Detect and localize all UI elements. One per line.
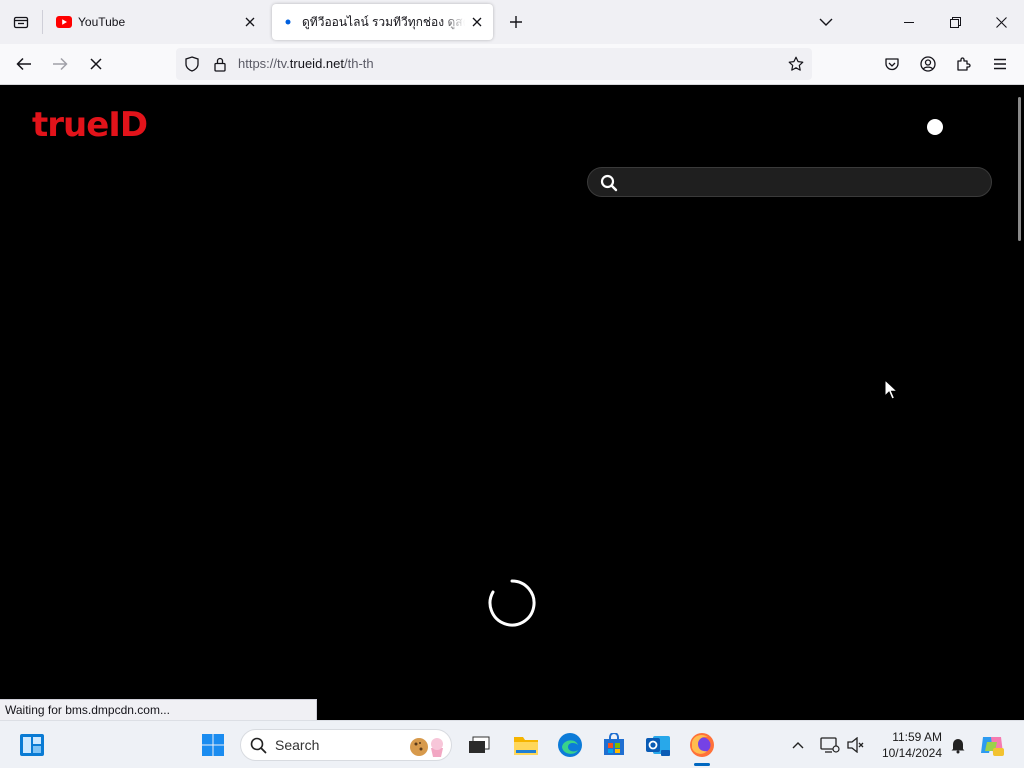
arrow-left-icon xyxy=(16,57,31,71)
url-path: /th-th xyxy=(343,56,374,71)
tab-title: ดูทีวีออนไลน์ รวมทีวีทุกช่อง ดูสดฟรี xyxy=(302,14,465,29)
restore-button[interactable] xyxy=(932,0,978,44)
address-bar[interactable]: https://tv.trueid.net/th-th xyxy=(176,48,812,80)
tab-title: YouTube xyxy=(78,15,126,29)
status-panel: Waiting for bms.dmpcdn.com... xyxy=(0,699,317,720)
url-prefix: https://tv. xyxy=(238,56,290,71)
forward-button[interactable] xyxy=(45,49,75,79)
page-scrollbar[interactable] xyxy=(1018,97,1021,241)
youtube-icon xyxy=(56,14,72,30)
cookie-cupcake-icon xyxy=(410,738,443,757)
logo-text: trueID xyxy=(32,105,148,145)
bookmark-star-icon[interactable] xyxy=(784,48,808,80)
taskbar-search-box[interactable]: Search xyxy=(240,729,452,761)
profile-avatar[interactable] xyxy=(927,119,943,135)
firefox-view-icon xyxy=(13,16,29,29)
new-tab-button[interactable] xyxy=(502,8,530,36)
file-explorer-icon[interactable] xyxy=(510,729,542,761)
tab-trueid[interactable]: ดูทีวีออนไลน์ รวมทีวีทุกช่อง ดูสดฟรี xyxy=(272,4,493,40)
taskbar-search-label: Search xyxy=(275,737,320,753)
stop-loading-button[interactable] xyxy=(81,49,111,79)
list-all-tabs-button[interactable] xyxy=(812,8,840,36)
notification-bell-icon[interactable] xyxy=(942,729,974,761)
pocket-icon xyxy=(885,57,899,70)
store-icon[interactable] xyxy=(598,729,630,761)
navigation-toolbar: https://tv.trueid.net/th-th xyxy=(0,44,1024,85)
hamburger-menu-icon xyxy=(994,58,1006,70)
puzzle-icon xyxy=(957,57,971,71)
url-text[interactable]: https://tv.trueid.net/th-th xyxy=(238,48,374,80)
tracking-protection-shield-icon[interactable] xyxy=(180,48,204,80)
site-search-box[interactable] xyxy=(587,167,992,197)
pocket-button[interactable] xyxy=(877,49,907,79)
search-icon xyxy=(250,737,267,754)
restore-icon xyxy=(949,16,961,28)
windows-taskbar: Search 11:59 AM 10/14/2024 xyxy=(0,720,1024,768)
app-menu-button[interactable] xyxy=(985,49,1015,79)
account-icon xyxy=(920,56,936,72)
extensions-button[interactable] xyxy=(949,49,979,79)
chevron-up-icon[interactable] xyxy=(782,729,814,761)
url-host: trueid.net xyxy=(289,56,344,71)
system-clock[interactable]: 11:59 AM 10/14/2024 xyxy=(872,729,942,761)
start-icon[interactable] xyxy=(197,729,229,761)
chevron-down-icon xyxy=(819,18,833,26)
edge-icon[interactable] xyxy=(554,729,586,761)
copilot-icon[interactable] xyxy=(976,729,1008,761)
tab-separator xyxy=(42,10,43,34)
search-icon[interactable] xyxy=(600,174,618,192)
loading-dot-icon xyxy=(280,14,296,30)
arrow-right-icon xyxy=(53,57,68,71)
stop-icon xyxy=(90,58,102,70)
task-view-icon[interactable] xyxy=(463,729,495,761)
plus-icon xyxy=(510,16,522,28)
close-tab-icon[interactable] xyxy=(238,10,262,34)
site-search-input[interactable] xyxy=(628,172,978,194)
tab-youtube[interactable]: YouTube xyxy=(48,4,266,40)
trueid-logo[interactable]: trueID xyxy=(32,105,148,145)
lock-icon[interactable] xyxy=(208,48,232,80)
minimize-button[interactable] xyxy=(886,0,932,44)
back-button[interactable] xyxy=(9,49,39,79)
close-tab-icon[interactable] xyxy=(465,10,489,34)
tab-strip: YouTube ดูทีวีออนไลน์ รวมทีวีทุกช่อง ดูส… xyxy=(0,0,1024,44)
firefox-icon[interactable] xyxy=(686,729,718,761)
firefox-view-button[interactable] xyxy=(0,0,42,44)
clock-time: 11:59 AM xyxy=(892,730,942,744)
minimize-icon xyxy=(904,21,914,23)
close-icon xyxy=(995,16,1007,28)
active-app-indicator xyxy=(694,763,710,766)
widgets-icon[interactable] xyxy=(16,729,48,761)
close-window-button[interactable] xyxy=(978,0,1024,44)
account-button[interactable] xyxy=(913,49,943,79)
volume-muted-icon[interactable] xyxy=(840,729,872,761)
loading-spinner-icon xyxy=(488,579,536,627)
mouse-cursor-icon xyxy=(884,379,898,400)
clock-date: 10/14/2024 xyxy=(881,746,942,760)
outlook-icon[interactable] xyxy=(642,729,674,761)
web-page-content: trueID Waiting for bms.dmpcdn.com... xyxy=(0,85,1024,720)
